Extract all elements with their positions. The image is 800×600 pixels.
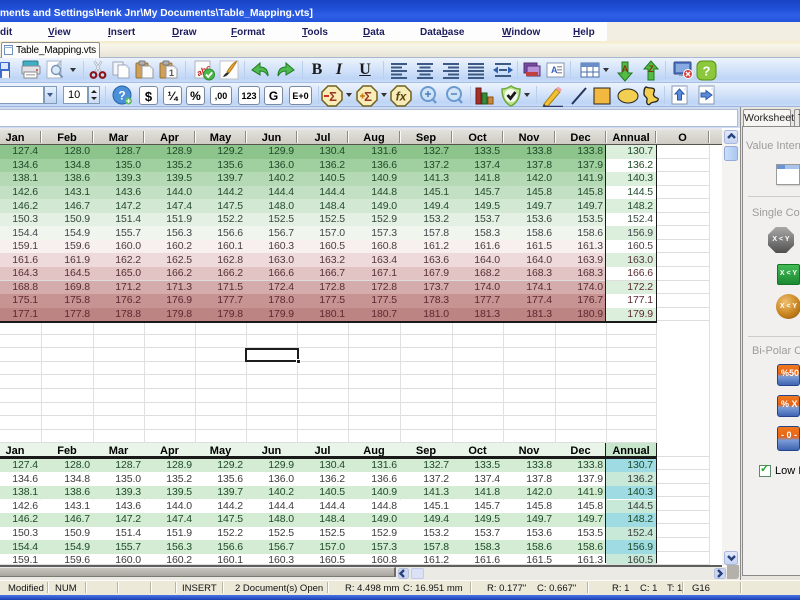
svg-text:A: A bbox=[622, 64, 629, 74]
svg-text:Σ: Σ bbox=[364, 89, 372, 104]
svg-text:?: ? bbox=[703, 64, 711, 79]
svg-text:1: 1 bbox=[169, 68, 174, 78]
svg-text:?: ? bbox=[118, 89, 125, 103]
svg-text:Σ: Σ bbox=[329, 89, 337, 104]
svg-text:fx: fx bbox=[396, 90, 408, 104]
svg-text:Z: Z bbox=[648, 64, 654, 74]
svg-text:A: A bbox=[551, 65, 558, 75]
